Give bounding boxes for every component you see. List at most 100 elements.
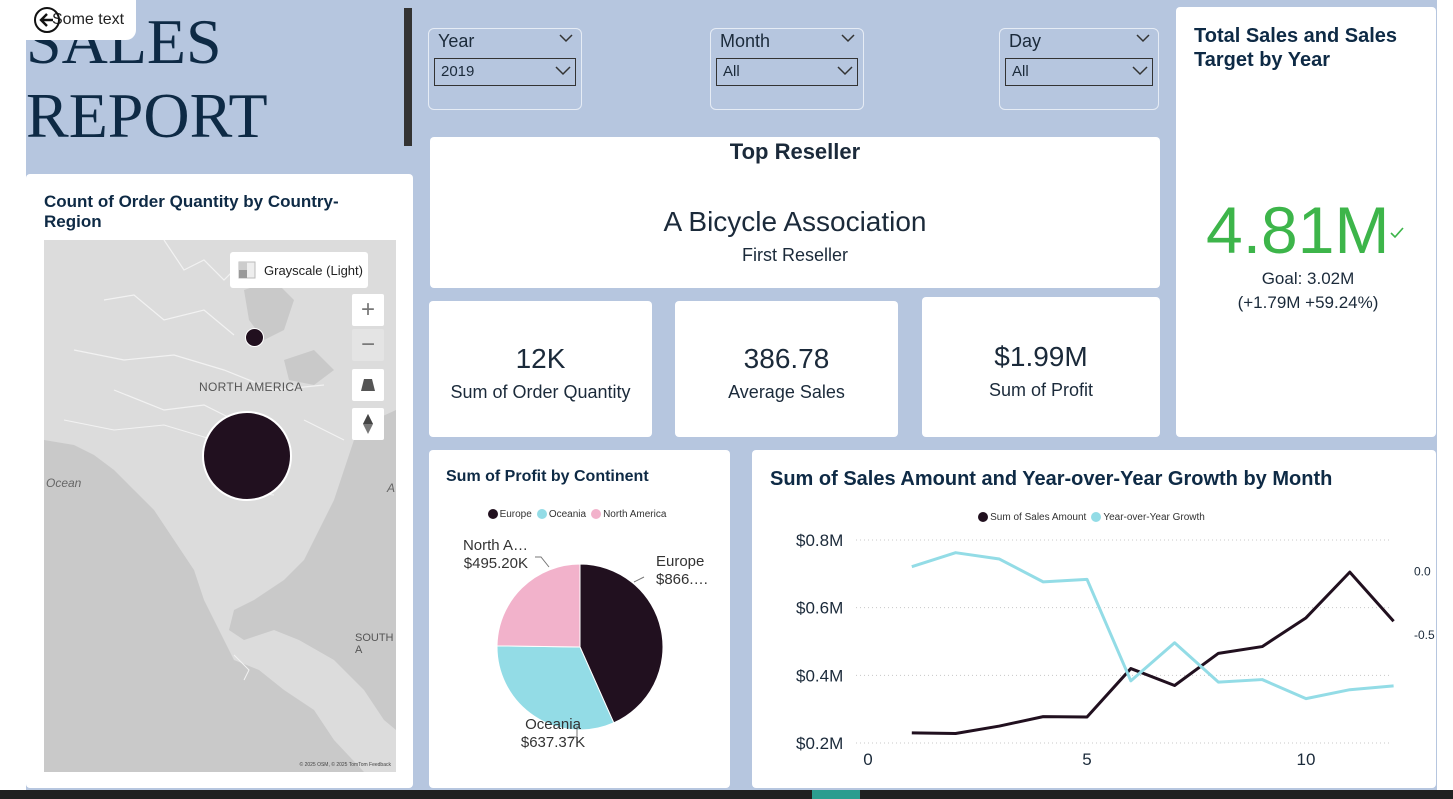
map-style-icon xyxy=(238,261,256,279)
kpi-label: Average Sales xyxy=(728,382,845,402)
kpi-value: 386.78 xyxy=(743,343,830,374)
map-bubble-small[interactable] xyxy=(245,328,264,347)
top-reseller-name: A Bicycle Association xyxy=(663,206,927,237)
map-card: Count of Order Quantity by Country-Regio… xyxy=(26,174,413,788)
pie-label-value: $866.… xyxy=(656,571,709,588)
checkmark-icon xyxy=(1390,227,1404,239)
kpi-card-average-sales: 386.78 Average Sales xyxy=(675,301,898,437)
pie-label-name: North A… xyxy=(463,537,528,554)
plus-icon: + xyxy=(360,296,375,323)
pie-chart-card: Sum of Profit by Continent Europe Oceania… xyxy=(429,450,730,788)
y-left-tick-label: $0.8M xyxy=(796,531,843,550)
top-reseller-title: Top Reseller xyxy=(729,139,861,164)
line-chart-card: Sum of Sales Amount and Year-over-Year G… xyxy=(752,450,1436,788)
sales-target-value: 4.81M xyxy=(1206,193,1390,267)
map-label-right-edge: A xyxy=(387,481,396,495)
map-label-ocean: Ocean xyxy=(46,476,82,490)
y-left-tick-label: $0.6M xyxy=(796,599,843,618)
taskbar xyxy=(0,790,1453,799)
sales-target-delta: (+1.79M +59.24%) xyxy=(1237,293,1379,312)
pie-leader-line xyxy=(535,556,550,568)
slicer-month: Month All xyxy=(710,28,864,110)
kpi-label: Sum of Order Quantity xyxy=(450,382,631,402)
chevron-down-icon[interactable] xyxy=(559,33,573,43)
compass-button[interactable] xyxy=(352,408,384,440)
map-attribution: © 2025 OSM, © 2025 TomTom Feedback xyxy=(299,762,392,768)
map-label-south-america: SOUTH A xyxy=(355,632,394,656)
slicer-month-label: Month xyxy=(720,31,771,51)
zoom-in-button[interactable]: + xyxy=(352,294,384,326)
map-land-layer xyxy=(44,240,396,772)
slicer-day-dropdown[interactable]: All xyxy=(1005,58,1153,86)
header-divider xyxy=(404,8,412,146)
tilt-icon xyxy=(361,379,375,391)
slicer-month-value: All xyxy=(723,63,740,80)
legend-item[interactable]: Europe xyxy=(487,508,532,520)
slicer-day-value: All xyxy=(1012,63,1029,80)
back-button-label: Some text xyxy=(52,11,125,28)
map-view[interactable]: NORTH AMERICA SOUTH A Ocean A Grayscale … xyxy=(44,240,396,772)
minus-icon: − xyxy=(360,331,375,358)
legend-label: Oceania xyxy=(548,508,587,520)
pie-chart-title: Sum of Profit by Continent xyxy=(446,468,649,485)
pie-label-value: $637.37K xyxy=(521,734,585,751)
pie-label-value: $495.20K xyxy=(464,555,528,572)
kpi-card-order-quantity: 12K Sum of Order Quantity xyxy=(429,301,652,437)
kpi-value: 12K xyxy=(515,343,566,374)
pie-chart: Europe$866.… Oceania$637.37K North A…$495.… xyxy=(463,537,709,751)
chevron-down-icon xyxy=(555,66,571,76)
map-label-north-america: NORTH AMERICA xyxy=(199,380,303,394)
x-tick-label: 5 xyxy=(1082,750,1091,769)
back-arrow-icon xyxy=(34,7,60,33)
map-bubble-large[interactable] xyxy=(202,411,292,501)
legend-dot xyxy=(536,509,547,519)
slicer-day: Day All xyxy=(999,28,1159,110)
legend-item[interactable]: Oceania xyxy=(536,508,587,520)
back-button[interactable]: Some text xyxy=(26,0,136,40)
map-style-button[interactable]: Grayscale (Light) xyxy=(230,252,368,288)
pie-leader-line xyxy=(633,576,645,583)
top-reseller-subtitle: First Reseller xyxy=(741,245,848,265)
legend-item[interactable]: North America xyxy=(591,509,666,520)
slicer-month-dropdown[interactable]: All xyxy=(716,58,858,86)
sales-target-title: Total Sales and Sales Target by Year xyxy=(1194,25,1398,71)
pie-label-name: Europe xyxy=(656,553,704,570)
kpi-value: $1.99M xyxy=(994,341,1088,372)
report-title-line2: REPORT xyxy=(26,80,268,151)
sales-target-goal: Goal: 3.02M xyxy=(1261,269,1355,288)
line-series-sum-of-sales-amount[interactable] xyxy=(911,570,1395,736)
report-canvas: SALES REPORT Some text Year 2019 Month A… xyxy=(26,0,1437,790)
zoom-out-button[interactable]: − xyxy=(352,329,384,361)
compass-icon xyxy=(363,414,373,434)
tilt-button[interactable] xyxy=(352,369,384,401)
kpi-card-sum-of-profit: $1.99M Sum of Profit xyxy=(922,297,1160,437)
x-tick-label: 0 xyxy=(863,750,872,769)
slicer-year-label: Year xyxy=(438,31,475,51)
legend-dot xyxy=(487,509,498,519)
y-right-tick-label: -0.5 xyxy=(1414,628,1435,642)
slicer-year: Year 2019 xyxy=(428,28,582,110)
y-left-tick-label: $0.2M xyxy=(796,734,843,753)
pie-legend: Europe Oceania North America xyxy=(429,506,730,524)
pie-slice-north-america[interactable] xyxy=(496,563,581,648)
y-right-tick-label: 0.0 xyxy=(1414,565,1431,579)
map-style-label: Grayscale (Light) xyxy=(264,262,363,278)
chevron-down-icon[interactable] xyxy=(841,33,855,43)
chevron-down-icon[interactable] xyxy=(1136,33,1150,43)
slicer-year-dropdown[interactable]: 2019 xyxy=(434,58,576,86)
taskbar-active-item[interactable] xyxy=(812,790,860,799)
slicer-day-label: Day xyxy=(1009,31,1042,51)
legend-label: North America xyxy=(603,508,667,520)
map-card-title: Count of Order Quantity by Country-Regio… xyxy=(44,192,339,231)
x-tick-label: 10 xyxy=(1297,750,1316,769)
chevron-down-icon xyxy=(837,66,853,76)
slicer-year-value: 2019 xyxy=(441,63,475,80)
top-reseller-card: Top Reseller A Bicycle Association First… xyxy=(430,137,1160,288)
chevron-down-icon xyxy=(1132,66,1148,76)
kpi-label: Sum of Profit xyxy=(988,380,1094,400)
pie-label-name: Oceania xyxy=(525,716,582,733)
legend-label: Europe xyxy=(499,508,532,520)
legend-dot xyxy=(591,509,602,519)
y-left-tick-label: $0.4M xyxy=(796,666,843,685)
line-chart: $0.8M $0.6M $0.4M $0.2M 0.0 -0.5 0 5 10 xyxy=(796,531,1435,769)
